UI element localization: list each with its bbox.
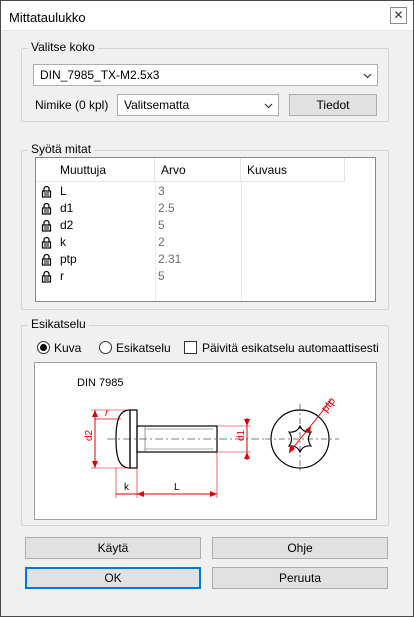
apply-button[interactable]: Käytä: [25, 537, 201, 559]
size-select[interactable]: DIN_7985_TX-M2.5x3: [33, 64, 378, 86]
name-label: Nimike (0 kpl): [35, 98, 109, 112]
dim-arrow: [305, 426, 311, 434]
dim-arrow: [210, 491, 217, 497]
preview-group-label: Esikatselu: [28, 317, 89, 331]
info-button[interactable]: Tiedot: [289, 94, 377, 116]
chevron-down-icon: [363, 73, 372, 79]
help-button[interactable]: Ohje: [212, 537, 388, 559]
dimensions-group-label: Syötä mitat: [28, 142, 95, 156]
table-row[interactable]: r 5: [36, 269, 375, 284]
variable-value[interactable]: 3: [158, 184, 165, 199]
dimensions-table[interactable]: Muuttuja Arvo Kuvaus L 3 d1 2.5 d2 5 k 2: [35, 157, 376, 302]
table-row[interactable]: L 3: [36, 184, 375, 199]
column-header-variable[interactable]: Muuttuja: [36, 158, 155, 182]
dim-d1-label: d1: [236, 429, 247, 441]
column-header-description[interactable]: Kuvaus: [241, 158, 345, 182]
preview-panel: DIN 7985 d2 r d1 k L ptp: [34, 362, 377, 520]
variable-value[interactable]: 2.31: [158, 252, 181, 267]
size-select-value: DIN_7985_TX-M2.5x3: [40, 68, 160, 82]
lock-icon: [41, 202, 52, 215]
ok-button[interactable]: OK: [25, 567, 201, 589]
lock-icon: [41, 270, 52, 283]
variable-value[interactable]: 5: [158, 269, 165, 284]
dim-k-label: k: [124, 482, 130, 493]
dim-arrow: [244, 419, 250, 426]
column-header-value[interactable]: Arvo: [155, 158, 241, 182]
screw-drawing: DIN 7985 d2 r d1 k L ptp: [77, 377, 339, 498]
chevron-down-icon: [264, 103, 273, 109]
variable-name: ptp: [60, 252, 77, 266]
size-group-label: Valitse koko: [28, 40, 98, 54]
lock-icon: [41, 253, 52, 266]
variable-name: d1: [60, 201, 74, 215]
name-select[interactable]: Valitsematta: [117, 94, 279, 116]
radio-preview-label[interactable]: Esikatselu: [116, 341, 171, 355]
name-select-value: Valitsematta: [124, 98, 190, 112]
variable-name: r: [60, 269, 64, 283]
radio-image[interactable]: [37, 341, 50, 354]
variable-name: L: [60, 184, 67, 198]
dim-arrow: [244, 452, 250, 459]
window-title: Mittataulukko: [9, 10, 86, 25]
table-row[interactable]: d2 5: [36, 218, 375, 233]
radio-preview[interactable]: [99, 341, 112, 354]
dim-L-label: L: [174, 482, 180, 493]
variable-value[interactable]: 2.5: [158, 201, 175, 216]
lock-icon: [41, 236, 52, 249]
radio-image-label[interactable]: Kuva: [54, 341, 81, 355]
variable-value[interactable]: 2: [158, 235, 165, 250]
close-icon: ✕: [393, 8, 404, 22]
dialog-window: Mittataulukko ✕ Valitse koko DIN_7985_TX…: [0, 0, 414, 617]
variable-name: d2: [60, 218, 74, 232]
table-row[interactable]: ptp 2.31: [36, 252, 375, 267]
dim-d2-label: d2: [84, 429, 95, 441]
cancel-button[interactable]: Peruuta: [212, 567, 388, 589]
dim-arrow: [137, 491, 144, 497]
table-row[interactable]: d1 2.5: [36, 201, 375, 216]
auto-update-checkbox[interactable]: [184, 341, 197, 354]
drawing-title: DIN 7985: [77, 377, 123, 389]
lock-icon: [41, 219, 52, 232]
lock-icon: [41, 185, 52, 198]
close-button[interactable]: ✕: [390, 7, 407, 24]
title-bar: Mittataulukko ✕: [1, 1, 413, 31]
dim-arrow: [92, 410, 98, 417]
dim-arrow: [92, 461, 98, 468]
auto-update-label[interactable]: Päivitä esikatselu automaattisesti: [202, 341, 379, 355]
variable-name: k: [60, 235, 66, 249]
table-row[interactable]: k 2: [36, 235, 375, 250]
dim-r-label: r: [105, 408, 109, 419]
variable-value[interactable]: 5: [158, 218, 165, 233]
